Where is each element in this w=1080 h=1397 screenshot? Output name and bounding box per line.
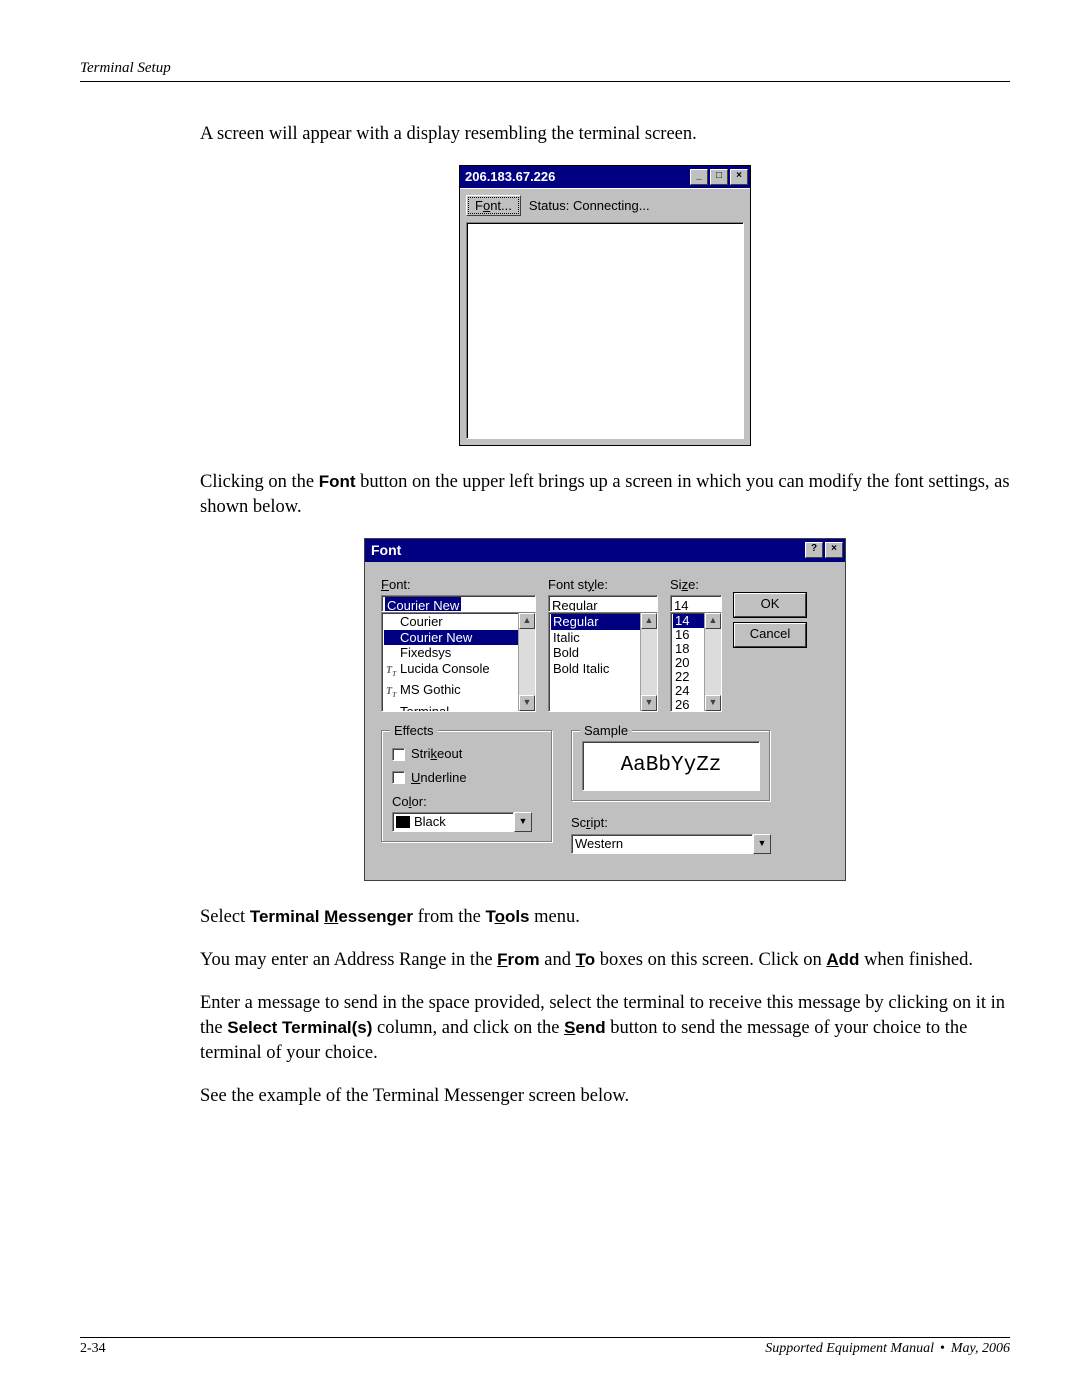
scrollbar[interactable]: ▲ ▼ [640, 613, 657, 711]
scrollbar[interactable]: ▲ ▼ [704, 613, 721, 711]
list-item[interactable]: TTLucida Console [384, 661, 535, 683]
terminal-canvas [466, 222, 744, 439]
size-input[interactable]: 14 [670, 595, 722, 612]
close-button[interactable]: × [730, 169, 748, 185]
terminal-title: 206.183.67.226 [465, 168, 688, 186]
script-label: Script: [571, 814, 771, 832]
list-item[interactable]: TTMS Gothic [384, 682, 535, 704]
scrollbar[interactable]: ▲ ▼ [518, 613, 535, 711]
truetype-icon: TT [386, 684, 400, 704]
terminal-titlebar[interactable]: 206.183.67.226 _ □ × [460, 166, 750, 188]
header-left: Terminal Setup [80, 60, 171, 77]
list-item[interactable]: Courier New [384, 630, 535, 646]
sample-label: Sample [580, 722, 632, 740]
list-item[interactable]: Terminal [384, 704, 535, 713]
scroll-down-icon[interactable]: ▼ [519, 695, 535, 711]
status-text: Status: Connecting... [529, 197, 650, 215]
checkbox-icon [392, 748, 405, 761]
dropdown-icon[interactable]: ▼ [753, 834, 771, 854]
paragraph-1: A screen will appear with a display rese… [200, 122, 1010, 147]
style-input[interactable]: Regular [548, 595, 658, 612]
dropdown-icon[interactable]: ▼ [514, 812, 532, 832]
font-dialog-title: Font [371, 541, 803, 560]
paragraph-5: Enter a message to send in the space pro… [200, 991, 1010, 1066]
paragraph-3: Select Terminal Messenger from the Tools… [200, 905, 1010, 930]
strikeout-checkbox[interactable]: Strikeout [392, 745, 542, 763]
list-item[interactable]: Fixedsys [384, 645, 535, 661]
minimize-button[interactable]: _ [690, 169, 708, 185]
script-combo[interactable]: Western ▼ [571, 834, 771, 854]
color-label: Color: [392, 793, 542, 811]
maximize-button[interactable]: □ [710, 169, 728, 185]
color-swatch-icon [396, 816, 410, 828]
size-listbox[interactable]: 14 16 18 20 22 24 26 ▲ ▼ [670, 612, 722, 712]
page-number: 2-34 [80, 1341, 106, 1357]
effects-group: Effects Strikeout Underline Color: [381, 730, 553, 843]
scroll-up-icon[interactable]: ▲ [519, 613, 535, 629]
close-button[interactable]: × [825, 542, 843, 558]
terminal-window: 206.183.67.226 _ □ × Font... Status: Con… [459, 165, 751, 446]
truetype-icon: TT [386, 663, 400, 683]
style-label: Font style: [548, 576, 658, 594]
font-label: Font: [381, 576, 536, 594]
scroll-down-icon[interactable]: ▼ [705, 695, 721, 711]
help-button[interactable]: ? [805, 542, 823, 558]
page-footer: 2-34 Supported Equipment Manual•May, 200… [80, 1337, 1010, 1357]
font-dialog-titlebar[interactable]: Font ? × [365, 539, 845, 562]
sample-preview: AaBbYyZz [582, 741, 760, 791]
font-input[interactable]: Courier New [381, 595, 536, 612]
cancel-button[interactable]: Cancel [734, 623, 806, 647]
footer-right: Supported Equipment Manual•May, 2006 [765, 1341, 1010, 1357]
size-label: Size: [670, 576, 722, 594]
color-combo[interactable]: Black ▼ [392, 812, 532, 832]
underline-checkbox[interactable]: Underline [392, 769, 542, 787]
effects-label: Effects [390, 722, 438, 740]
ok-button[interactable]: OK [734, 593, 806, 617]
paragraph-2: Clicking on the Font button on the upper… [200, 470, 1010, 520]
font-button[interactable]: Font... [466, 195, 521, 217]
paragraph-4: You may enter an Address Range in the Fr… [200, 948, 1010, 973]
scroll-up-icon[interactable]: ▲ [705, 613, 721, 629]
font-dialog: Font ? × Font: Courier New Courier Couri… [364, 538, 846, 881]
scroll-down-icon[interactable]: ▼ [641, 695, 657, 711]
sample-group: Sample AaBbYyZz [571, 730, 771, 802]
paragraph-6: See the example of the Terminal Messenge… [200, 1084, 1010, 1109]
scroll-up-icon[interactable]: ▲ [641, 613, 657, 629]
style-listbox[interactable]: Regular Italic Bold Bold Italic ▲ ▼ [548, 612, 658, 712]
list-item[interactable]: Courier [384, 614, 535, 630]
page-header: Terminal Setup [80, 60, 1010, 82]
checkbox-icon [392, 771, 405, 784]
font-listbox[interactable]: Courier Courier New Fixedsys TTLucida Co… [381, 612, 536, 712]
